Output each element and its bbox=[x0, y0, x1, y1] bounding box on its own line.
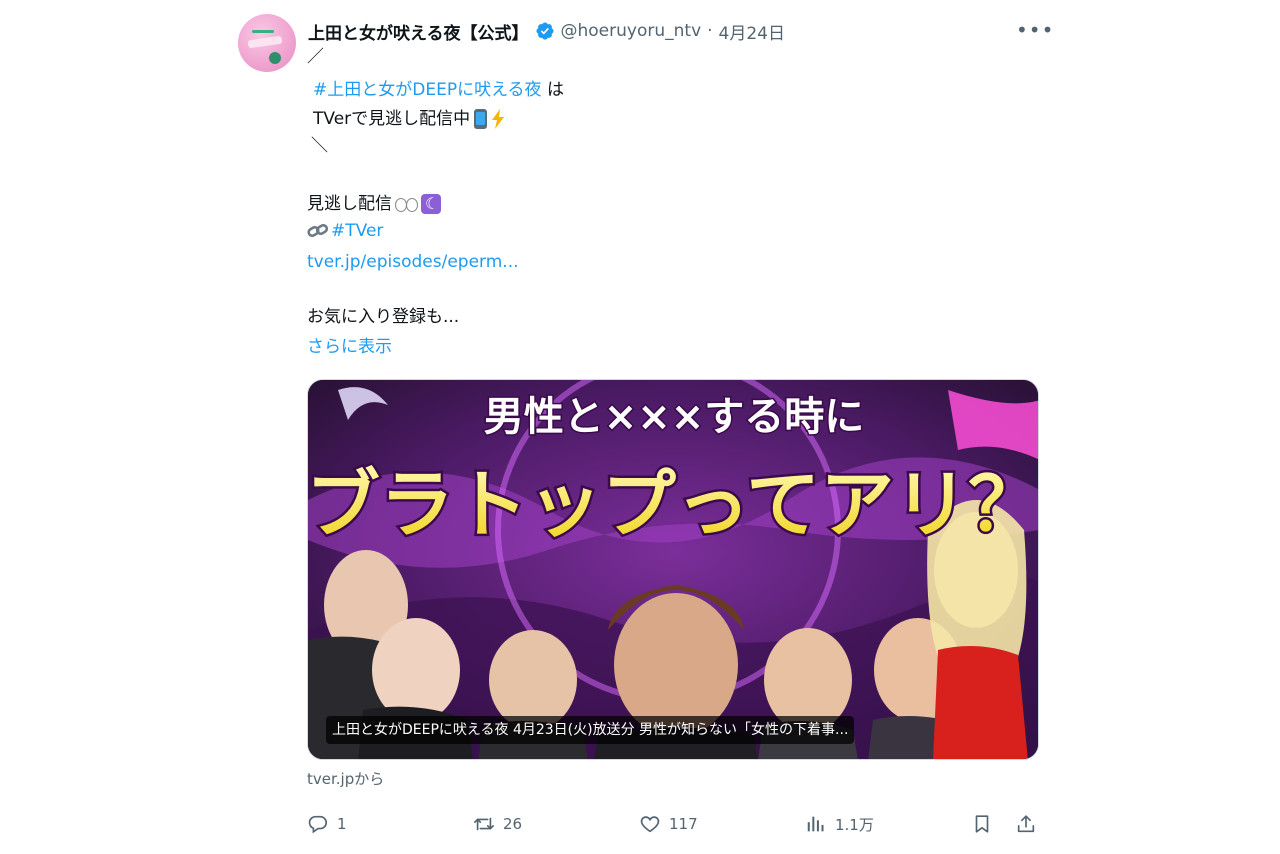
link-icon bbox=[307, 223, 329, 238]
card-source[interactable]: tver.jpから bbox=[307, 768, 384, 789]
retweet-button[interactable]: 26 bbox=[473, 810, 522, 838]
card-caption: 上田と女がDEEPに吠える夜 4月23日(火)放送分 男性が知らない「女性の下着… bbox=[326, 716, 855, 744]
tweet: 上田と女が吠える夜【公式】 @hoeruyoru_ntv · 4月24日 •••… bbox=[0, 0, 1280, 854]
card-title-main: ブラトップってアリ？ bbox=[308, 462, 1039, 548]
hashtag-tver[interactable]: #TVer bbox=[331, 221, 383, 241]
lightning-icon bbox=[492, 109, 505, 129]
more-icon[interactable]: ••• bbox=[1016, 20, 1054, 40]
favorite-line: お気に入り登録も... bbox=[307, 307, 460, 327]
action-bar: 1 26 117 1.1万 bbox=[307, 810, 1039, 838]
hashtag-show[interactable]: #上田と女がDEEPに吠える夜 bbox=[313, 80, 542, 100]
heart-icon bbox=[640, 816, 660, 833]
like-count: 117 bbox=[669, 815, 698, 833]
missed-line: 見逃し配信 bbox=[307, 194, 392, 214]
tweet-header: 上田と女が吠える夜【公式】 @hoeruyoru_ntv · 4月24日 bbox=[308, 18, 785, 44]
card-thumbnail: 男性と×××する時に ブラトップってアリ？ bbox=[308, 380, 1039, 759]
tver-link[interactable]: tver.jp/episodes/eperm... bbox=[307, 252, 519, 272]
author-handle[interactable]: @hoeruyoru_ntv bbox=[561, 21, 702, 41]
avatar[interactable] bbox=[238, 14, 296, 72]
reply-button[interactable]: 1 bbox=[307, 810, 347, 838]
retweet-icon bbox=[474, 817, 494, 831]
card-title-top: 男性と×××する時に bbox=[484, 394, 865, 440]
retweet-count: 26 bbox=[503, 815, 523, 833]
bookmark-icon bbox=[975, 815, 989, 833]
reply-count: 1 bbox=[337, 815, 347, 833]
verified-badge-icon bbox=[535, 22, 554, 40]
separator: · bbox=[707, 21, 713, 41]
hashtag-suffix: は bbox=[541, 80, 564, 100]
avatar-art bbox=[252, 30, 274, 33]
author-name[interactable]: 上田と女が吠える夜【公式】 bbox=[308, 19, 529, 44]
show-more-link[interactable]: さらに表示 bbox=[307, 337, 392, 357]
tweet-date[interactable]: 4月24日 bbox=[719, 19, 785, 44]
slash-close-line: ＼ bbox=[311, 136, 328, 156]
reply-icon bbox=[308, 815, 328, 834]
share-icon bbox=[1017, 815, 1035, 833]
eyes-icon bbox=[394, 197, 418, 212]
views-count: 1.1万 bbox=[835, 815, 874, 834]
link-preview-card[interactable]: 男性と×××する時に ブラトップってアリ？ 上田と女がDEEPに吠える夜 4月2… bbox=[307, 379, 1039, 760]
mobile-phone-icon bbox=[474, 109, 488, 129]
bookmark-button[interactable] bbox=[971, 810, 993, 838]
views-icon bbox=[807, 816, 824, 832]
tver-line: TVerで見逃し配信中 bbox=[313, 109, 471, 129]
views-button[interactable]: 1.1万 bbox=[805, 810, 874, 838]
slash-open-line: ／ bbox=[307, 47, 324, 67]
crescent-moon-icon bbox=[421, 194, 441, 214]
like-button[interactable]: 117 bbox=[639, 810, 698, 838]
share-button[interactable] bbox=[1015, 810, 1037, 838]
